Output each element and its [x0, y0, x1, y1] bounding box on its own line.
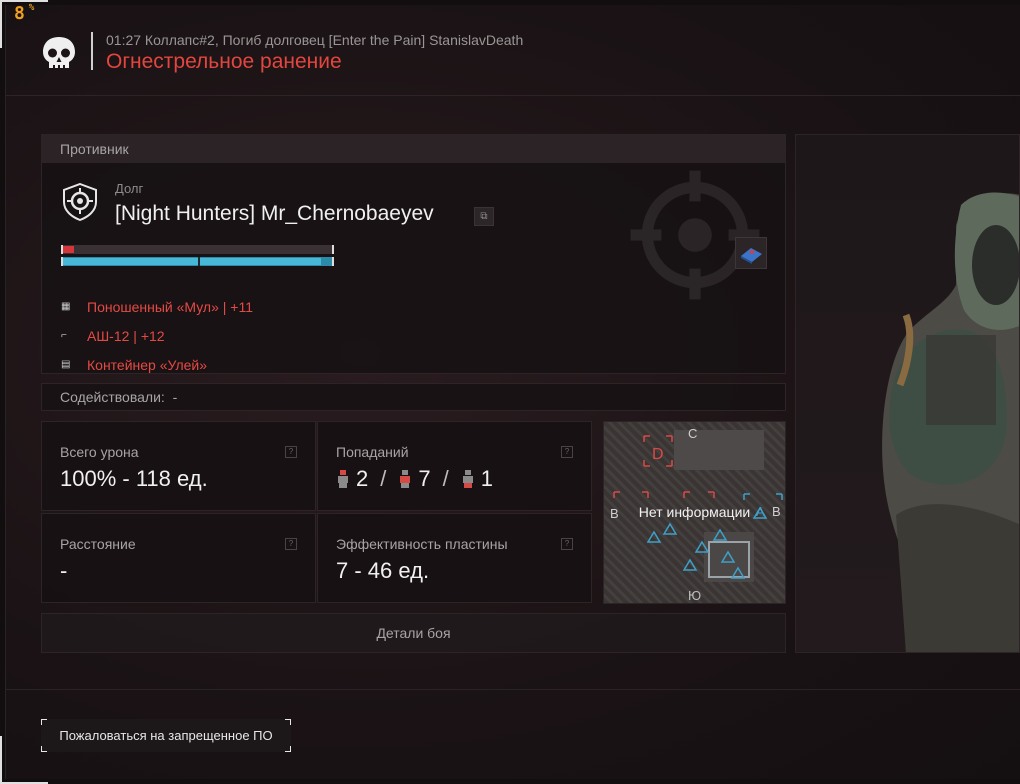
report-cheat-button[interactable]: Пожаловаться на запрещенное ПО	[41, 719, 291, 752]
button-corner	[41, 746, 47, 752]
faction-watermark-icon	[630, 170, 760, 300]
minimap-no-info: Нет информации	[638, 504, 751, 520]
enemy-panel: Противник Долг [Night Hunters] Mr_Cherno…	[41, 134, 786, 374]
body-hits-value: 7	[418, 466, 431, 491]
head-hits-value: 2	[356, 466, 369, 491]
head-hit-icon	[338, 470, 348, 488]
stat-total-damage: Всего урона ? 100% - 118 ед.	[41, 421, 316, 511]
legs-hit-icon	[462, 470, 473, 488]
stat-label: Расстояние	[60, 536, 136, 552]
loadout-container[interactable]: ▤ Контейнер «Улей»	[61, 350, 253, 379]
death-header: 01:27 Коллапс#2, Погиб долговец [Enter t…	[5, 18, 1020, 96]
button-corner	[41, 719, 47, 725]
rifle-icon: ⌐	[61, 329, 67, 341]
map-label: C	[688, 426, 697, 441]
faction-duty-icon	[63, 183, 97, 221]
stat-value: -	[60, 558, 68, 583]
health-bar-fill	[63, 246, 74, 253]
battle-details-button[interactable]: Детали боя	[41, 613, 786, 653]
enemy-loadout: ▦ Поношенный «Мул» | +11 ⌐ АШ-12 | +12 ▤…	[61, 292, 253, 379]
body-hit-icon	[400, 470, 411, 488]
armor-bar-fill	[63, 258, 321, 265]
map-label: Ю	[688, 588, 701, 603]
stat-hits: Попаданий ? 2 / 7 / 1	[317, 421, 592, 511]
enemy-portrait	[795, 134, 1020, 653]
stat-value: 7 - 46 ед.	[336, 558, 430, 583]
loadout-armor[interactable]: ▦ Поношенный «Мул» | +11	[61, 292, 253, 321]
hits-breakdown: 2 / 7 / 1	[336, 466, 493, 492]
stat-label: Эффективность пластины	[336, 536, 508, 552]
help-icon[interactable]: ?	[285, 446, 297, 458]
health-bar	[61, 245, 334, 254]
enemy-player-name[interactable]: [Night Hunters] Mr_Chernobaeyev	[115, 202, 434, 226]
skull-icon	[43, 37, 75, 69]
container-icon: ▤	[61, 358, 71, 370]
loadout-armor-text: Поношенный «Мул» | +11	[87, 298, 253, 315]
armor-bar-tick	[198, 257, 200, 266]
assist-label: Содействовали:	[60, 389, 165, 405]
stat-label: Всего урона	[60, 444, 139, 460]
armor-icon: ▦	[61, 300, 71, 312]
legs-hits-value: 1	[480, 466, 493, 491]
loadout-weapon[interactable]: ⌐ АШ-12 | +12	[61, 321, 253, 350]
help-icon[interactable]: ?	[561, 538, 573, 550]
stat-value: 100% - 118 ед.	[60, 466, 208, 491]
separator: /	[442, 466, 449, 491]
separator: /	[380, 466, 387, 491]
help-icon[interactable]: ?	[561, 446, 573, 458]
stat-plate-efficiency: Эффективность пластины ? 7 - 46 ед.	[317, 513, 592, 603]
button-corner	[285, 719, 291, 725]
assist-value: -	[172, 389, 178, 405]
copy-name-button[interactable]: ⧉	[474, 207, 494, 226]
stat-distance: Расстояние ? -	[41, 513, 316, 603]
footer-divider	[5, 689, 1020, 690]
death-meta: 01:27 Коллапс#2, Погиб долговец [Enter t…	[106, 32, 524, 48]
enemy-status-bars	[61, 245, 334, 266]
stats-grid: Всего урона ? 100% - 118 ед. Попаданий ?…	[41, 421, 594, 604]
medkit-icon[interactable]	[735, 237, 767, 269]
report-button-label: Пожаловаться на запрещенное ПО	[59, 728, 273, 743]
help-icon[interactable]: ?	[285, 538, 297, 550]
loadout-container-text: Контейнер «Улей»	[87, 356, 208, 373]
map-label: D	[652, 446, 664, 463]
stat-label: Попаданий	[336, 444, 409, 460]
button-corner	[285, 746, 291, 752]
assist-row: Содействовали: -	[41, 383, 786, 411]
enemy-faction: Долг	[115, 181, 144, 196]
death-minimap[interactable]: C D В A B Ю Нет информации	[603, 421, 786, 604]
soldier-portrait-image	[882, 192, 1019, 652]
death-cause-title: Огнестрельное ранение	[106, 50, 342, 73]
loadout-weapon-text: АШ-12 | +12	[87, 327, 165, 344]
armor-bar	[61, 257, 334, 266]
enemy-section-label: Противник	[42, 135, 785, 163]
header-divider	[91, 32, 93, 70]
